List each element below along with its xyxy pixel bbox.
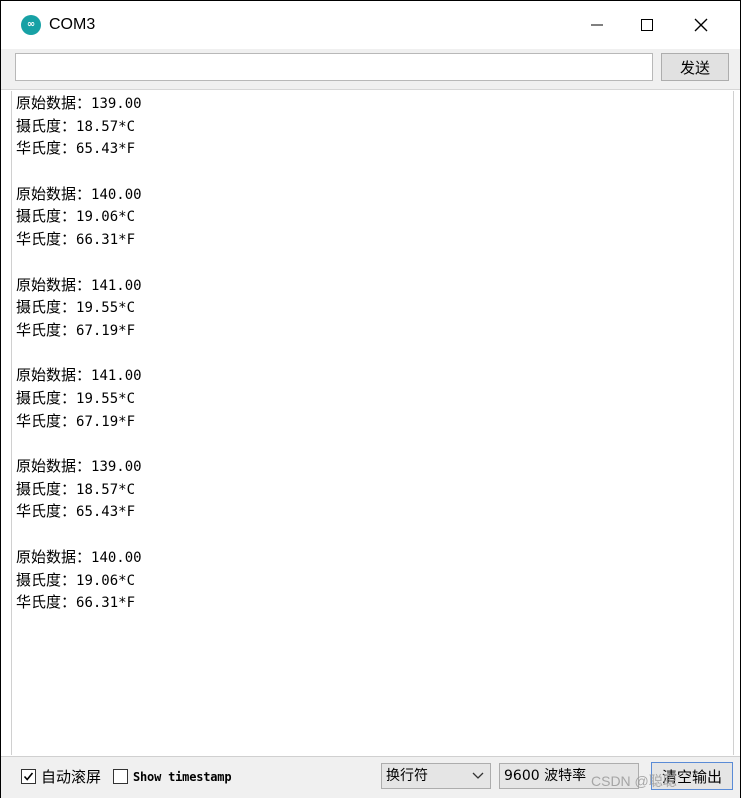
autoscroll-checkbox[interactable] (21, 769, 36, 784)
output-line-value: 18.57*C (76, 481, 136, 498)
output-line-value: 19.55*C (76, 300, 136, 317)
output-line-label: 华氏度： (16, 502, 77, 521)
show-timestamp-checkbox[interactable] (113, 769, 128, 784)
output-line: 原始数据：139.00 (16, 455, 142, 477)
output-line: 摄氏度：18.57*C (16, 115, 135, 137)
output-line: 原始数据：139.00 (16, 92, 142, 114)
window-title: COM3 (49, 16, 96, 33)
arduino-icon: ∞ (21, 15, 41, 35)
output-line-value: 141.00 (91, 368, 142, 385)
output-line: 摄氏度：19.06*C (16, 569, 135, 591)
output-line-value: 139.00 (91, 96, 142, 112)
output-line-label: 原始数据： (16, 457, 92, 476)
output-line: 摄氏度：19.55*C (16, 296, 135, 318)
output-line-value: 65.43*F (76, 141, 136, 158)
output-line: 摄氏度：19.06*C (16, 205, 135, 227)
serial-monitor-window: ∞ COM3 发送 原始数据：139.00 摄氏度：18.57*C 华氏度：65.4… (0, 0, 741, 798)
output-line-value: 140.00 (91, 550, 142, 566)
output-line: 华氏度：67.19*F (16, 410, 135, 432)
close-icon (694, 18, 708, 32)
output-line-label: 华氏度： (16, 139, 77, 158)
output-line-label: 华氏度： (16, 411, 77, 430)
checkmark-icon (23, 772, 34, 781)
minimize-icon (591, 24, 603, 26)
output-line-label: 摄氏度： (16, 207, 77, 226)
baud-rate-value: 9600 波特率 (504, 768, 587, 784)
output-line-label: 原始数据： (16, 548, 92, 566)
output-line-value: 18.57*C (76, 118, 136, 135)
minimize-button[interactable] (572, 1, 622, 49)
maximize-button[interactable] (622, 1, 672, 49)
output-line-label: 华氏度： (16, 230, 77, 248)
output-line-label: 摄氏度： (16, 570, 77, 589)
send-row: 发送 (1, 49, 740, 90)
output-line-value: 66.31*F (76, 232, 136, 248)
output-line-label: 摄氏度： (16, 479, 77, 498)
output-line-value: 141.00 (91, 277, 142, 294)
output-line-value: 66.31*F (76, 595, 136, 612)
autoscroll-label: 自动滚屏 (41, 768, 102, 786)
output-line-label: 摄氏度： (16, 298, 77, 317)
baud-rate-select[interactable]: 9600 波特率 (499, 763, 639, 789)
output-line-label: 华氏度： (16, 320, 77, 339)
send-input[interactable] (15, 53, 653, 81)
output-line: 原始数据：140.00 (16, 546, 142, 568)
output-line-value: 67.19*F (76, 413, 136, 430)
output-line: 华氏度：65.43*F (16, 500, 135, 522)
output-line: 摄氏度：18.57*C (16, 478, 135, 500)
output-line-label: 原始数据： (16, 366, 92, 385)
line-ending-select[interactable]: 换行符 (381, 763, 491, 789)
output-line-value: 19.55*C (76, 391, 136, 407)
output-line-label: 原始数据： (16, 94, 92, 112)
close-button[interactable] (676, 1, 726, 49)
output-line-value: 67.19*F (76, 322, 136, 339)
output-line-label: 摄氏度： (16, 389, 77, 407)
bottom-bar: 自动滚屏 Show timestamp 换行符 9600 波特率 清空输出 CS… (1, 756, 740, 798)
output-line-value: 139.00 (91, 459, 142, 476)
output-line: 原始数据：141.00 (16, 274, 142, 296)
output-line: 华氏度：65.43*F (16, 137, 135, 159)
output-line-label: 摄氏度： (16, 116, 77, 135)
output-line-value: 65.43*F (76, 504, 136, 521)
show-timestamp-label: Show timestamp (133, 770, 232, 784)
output-line-label: 原始数据： (16, 184, 92, 203)
output-line-value: 140.00 (91, 186, 142, 203)
clear-output-button[interactable]: 清空输出 (651, 762, 733, 790)
output-line: 华氏度：66.31*F (16, 591, 135, 613)
send-button[interactable]: 发送 (661, 53, 729, 81)
output-line: 原始数据：140.00 (16, 183, 142, 205)
output-line-label: 华氏度： (16, 593, 77, 612)
output-line: 原始数据：141.00 (16, 364, 142, 386)
serial-output[interactable]: 原始数据：139.00 摄氏度：18.57*C 华氏度：65.43*F 原始数据：14… (11, 91, 734, 755)
output-line-label: 原始数据： (16, 275, 92, 294)
output-line-value: 19.06*C (76, 209, 136, 226)
output-line: 华氏度：67.19*F (16, 319, 135, 341)
title-bar: ∞ COM3 (1, 1, 740, 49)
output-line: 华氏度：66.31*F (16, 228, 135, 250)
maximize-icon (641, 19, 653, 31)
output-line: 摄氏度：19.55*C (16, 387, 135, 409)
chevron-down-icon (472, 764, 484, 796)
line-ending-value: 换行符 (386, 768, 428, 784)
output-line-value: 19.06*C (76, 572, 136, 589)
